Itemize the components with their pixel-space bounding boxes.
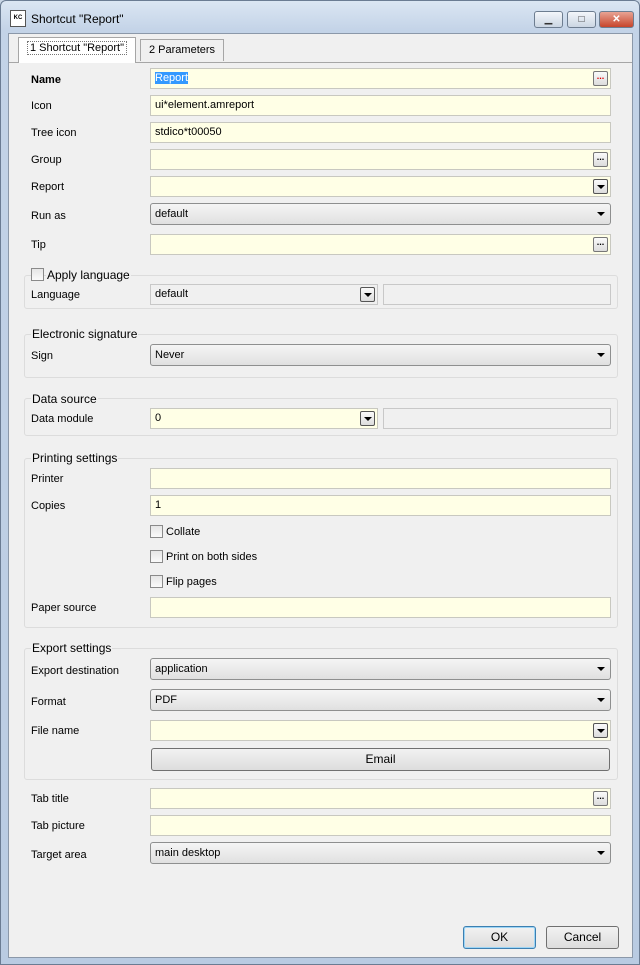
apply-language-title: Apply language xyxy=(46,268,131,282)
file-name-dropdown-icon[interactable] xyxy=(593,723,608,738)
tab-picture-field[interactable] xyxy=(150,815,611,836)
cancel-button[interactable]: Cancel xyxy=(546,926,619,949)
language-extra-field xyxy=(383,284,611,305)
file-name-label: File name xyxy=(31,725,80,737)
tab-title-field[interactable]: ... xyxy=(150,788,611,809)
run-as-label: Run as xyxy=(31,210,66,222)
electronic-signature-title: Electronic signature xyxy=(31,327,139,341)
tab-title-browse-button[interactable]: ... xyxy=(593,791,608,806)
language-dropdown-icon[interactable] xyxy=(360,287,375,302)
data-module-extra-field xyxy=(383,408,611,429)
app-icon: KC xyxy=(10,10,26,27)
print-both-sides-checkbox[interactable] xyxy=(150,550,163,563)
language-field[interactable]: default xyxy=(150,284,378,305)
report-label: Report xyxy=(31,181,65,193)
name-label: Name xyxy=(31,74,61,86)
group-browse-button[interactable]: ... xyxy=(593,152,608,167)
target-area-select[interactable]: main desktop xyxy=(150,842,611,864)
tab-shortcut[interactable]: 1 Shortcut "Report" xyxy=(18,37,137,63)
format-select[interactable]: PDF xyxy=(150,689,611,711)
data-module-label: Data module xyxy=(31,413,94,425)
paper-source-label: Paper source xyxy=(31,602,97,614)
ok-button[interactable]: OK xyxy=(463,926,536,949)
maximize-button[interactable]: □ xyxy=(567,11,596,28)
name-browse-button[interactable]: ... xyxy=(593,71,608,86)
print-both-sides-label: Print on both sides xyxy=(166,551,258,563)
tab-parameters[interactable]: 2 Parameters xyxy=(140,39,225,61)
data-source-title: Data source xyxy=(31,392,98,406)
language-value: default xyxy=(155,288,189,300)
name-field[interactable]: Report ... xyxy=(150,68,611,89)
tab-bar: 1 Shortcut "Report" 2 Parameters xyxy=(9,34,632,63)
tab-title-label: Tab title xyxy=(31,793,69,805)
tip-field[interactable]: ... xyxy=(150,234,611,255)
copies-field[interactable]: 1 xyxy=(150,495,611,516)
copies-label: Copies xyxy=(31,500,66,512)
printer-label: Printer xyxy=(31,473,64,485)
run-as-select[interactable]: default xyxy=(150,203,611,225)
sign-select[interactable]: Never xyxy=(150,344,611,366)
data-module-dropdown-icon[interactable] xyxy=(360,411,375,426)
collate-label: Collate xyxy=(166,526,201,538)
collate-checkbox[interactable] xyxy=(150,525,163,538)
data-module-field[interactable]: 0 xyxy=(150,408,378,429)
file-name-field[interactable] xyxy=(150,720,611,741)
tip-browse-button[interactable]: ... xyxy=(593,237,608,252)
flip-pages-checkbox[interactable] xyxy=(150,575,163,588)
tree-icon-label: Tree icon xyxy=(31,127,77,139)
printing-settings-title: Printing settings xyxy=(31,451,119,465)
export-destination-label: Export destination xyxy=(31,665,120,677)
dialog-client-area: 1 Shortcut "Report" 2 Parameters Name Re… xyxy=(8,33,633,958)
paper-source-field[interactable] xyxy=(150,597,611,618)
group-field[interactable]: ... xyxy=(150,149,611,170)
title-bar: KC Shortcut "Report" ▁ □ ✕ xyxy=(1,1,639,33)
language-label: Language xyxy=(31,289,80,301)
report-dropdown-icon[interactable] xyxy=(593,179,608,194)
group-label: Group xyxy=(31,154,62,166)
email-button[interactable]: Email xyxy=(151,748,610,771)
tab-shortcut-label: 1 Shortcut "Report" xyxy=(27,41,128,55)
name-value: Report xyxy=(155,72,189,84)
flip-pages-label: Flip pages xyxy=(166,576,217,588)
apply-language-checkbox[interactable] xyxy=(31,268,44,281)
tip-label: Tip xyxy=(31,239,46,251)
data-module-value: 0 xyxy=(155,412,162,424)
dialog-window: KC Shortcut "Report" ▁ □ ✕ 1 Shortcut "R… xyxy=(0,0,640,965)
icon-label: Icon xyxy=(31,100,52,112)
close-button[interactable]: ✕ xyxy=(599,11,634,28)
tab-picture-label: Tab picture xyxy=(31,820,85,832)
printer-field[interactable] xyxy=(150,468,611,489)
sign-label: Sign xyxy=(31,350,54,362)
icon-field[interactable]: ui*element.amreport xyxy=(150,95,611,116)
format-label: Format xyxy=(31,696,66,708)
tree-icon-field[interactable]: stdico*t00050 xyxy=(150,122,611,143)
target-area-label: Target area xyxy=(31,849,87,861)
report-field[interactable] xyxy=(150,176,611,197)
export-settings-title: Export settings xyxy=(31,641,113,655)
window-title: Shortcut "Report" xyxy=(31,12,124,26)
export-destination-select[interactable]: application xyxy=(150,658,611,680)
minimize-button[interactable]: ▁ xyxy=(534,11,563,28)
